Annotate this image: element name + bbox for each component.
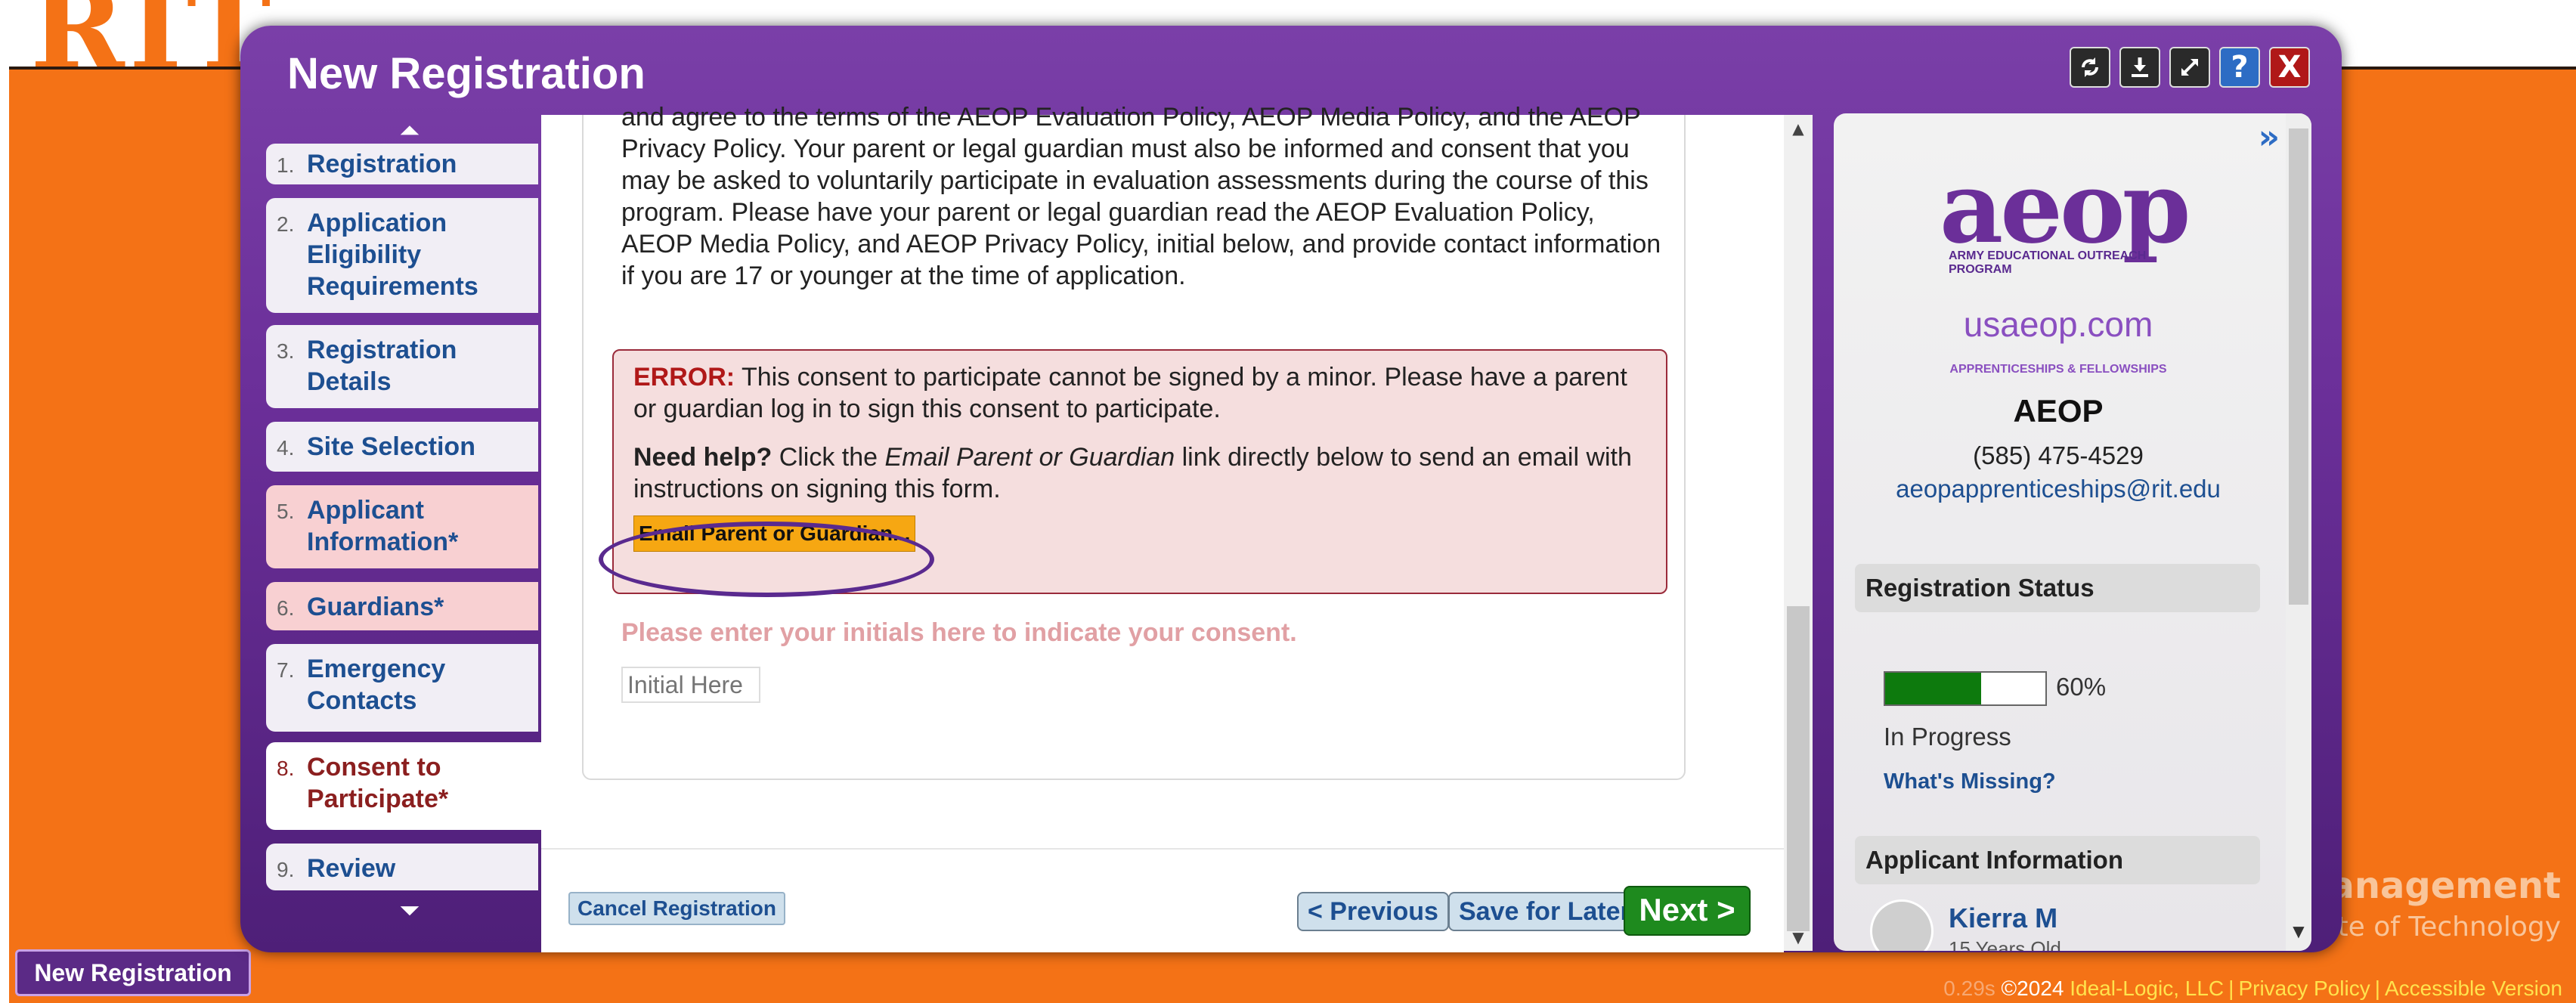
aeop-site-tagline: APPRENTICESHIPS & FELLOWSHIPS — [1949, 363, 2167, 376]
step-number: 6. — [277, 596, 295, 620]
step-number: 9. — [277, 858, 295, 881]
error-message: ERROR: This consent to participate canno… — [633, 361, 1646, 425]
background-heading: anagement — [2330, 865, 2561, 907]
scroll-up-chevron-icon[interactable]: ⏶ — [395, 118, 425, 144]
cancel-registration-button[interactable]: Cancel Registration — [568, 892, 785, 925]
org-name: AEOP — [2013, 393, 2104, 429]
refresh-icon-svg — [2082, 57, 2098, 77]
help-label: Need help? — [633, 443, 772, 472]
aeop-logo-subtitle: ARMY EDUCATIONAL OUTREACH PROGRAM — [1949, 249, 2147, 276]
expand-icon[interactable]: » — [2259, 118, 2280, 156]
error-label: ERROR: — [633, 363, 735, 392]
step-number: 7. — [277, 658, 295, 682]
applicant-name-link[interactable]: Kierra M — [1949, 902, 2057, 934]
info-panel-scrollbar[interactable]: ▼ — [2286, 113, 2311, 951]
policy-text: and agree to the terms of the AEOP Evalu… — [621, 103, 1661, 290]
step-number: 3. — [277, 339, 295, 363]
aeop-logo-word: aeop — [1940, 150, 2191, 265]
step-label: Site Selection — [307, 432, 475, 461]
step-label: Emergency Contacts — [307, 655, 446, 715]
accessible-version-link[interactable]: Accessible Version — [2385, 977, 2562, 1000]
modal-title: New Registration — [287, 49, 646, 98]
footer-separator: | — [2228, 977, 2234, 1000]
step-registration-details[interactable]: 3. Registration Details — [266, 325, 538, 408]
progress-percent: 60% — [2056, 673, 2107, 701]
consent-label: Please enter your initials here to indic… — [621, 618, 1297, 647]
step-consent-to-participate[interactable]: 8. Consent to Participate* — [266, 742, 550, 830]
bottom-action-bar: Cancel Registration < Previous Save for … — [541, 848, 1784, 952]
info-panel-scroll-thumb[interactable] — [2289, 128, 2308, 605]
page-footer: 0.29s ©2024 Ideal-Logic, LLC | Privacy Pol… — [1943, 977, 2562, 1001]
step-applicant-information[interactable]: 5. Applicant Information* — [266, 485, 538, 568]
refresh-icon[interactable] — [2070, 47, 2110, 88]
step-number: 2. — [277, 212, 295, 236]
save-for-later-button[interactable]: Save for Later — [1448, 892, 1641, 931]
scroll-down-arrow-icon[interactable]: ▼ — [1784, 924, 1813, 951]
registration-progress-bar — [1884, 671, 2047, 706]
registration-status-header: Registration Status — [1855, 564, 2260, 612]
previous-button[interactable]: < Previous — [1297, 892, 1449, 931]
background-subheading: tute of Technology — [2309, 912, 2561, 943]
error-text: This consent to participate cannot be si… — [633, 363, 1627, 423]
progress-fill — [1885, 673, 1982, 704]
step-label: Review — [307, 854, 396, 883]
download-icon-svg — [2132, 57, 2148, 77]
step-label: Registration Details — [307, 336, 457, 396]
step-review[interactable]: 9. Review — [266, 844, 538, 890]
content-scrollbar[interactable]: ▲ ▼ — [1784, 115, 1813, 951]
next-button[interactable]: Next > — [1624, 886, 1751, 936]
footer-separator: | — [2374, 977, 2380, 1000]
registration-modal: New Registration ? X ⏶ 1. Registration 2… — [240, 26, 2342, 952]
step-emergency-contacts[interactable]: 7. Emergency Contacts — [266, 644, 538, 732]
render-time: 0.29s — [1943, 977, 1995, 1000]
taskbar-new-registration-button[interactable]: New Registration — [15, 949, 251, 996]
step-label: Applicant Information* — [307, 496, 459, 556]
step-guardians[interactable]: 6. Guardians* — [266, 582, 538, 630]
download-icon[interactable] — [2119, 47, 2160, 88]
step-label: Guardians* — [307, 593, 444, 621]
avatar — [1870, 899, 1934, 951]
status-text: In Progress — [1884, 723, 2011, 751]
initials-input[interactable] — [621, 667, 760, 703]
info-panel: » aeop ARMY EDUCATIONAL OUTREACH PROGRAM… — [1834, 113, 2311, 951]
copyright-text: ©2024 — [2001, 977, 2064, 1000]
maximize-icon-svg — [2181, 59, 2198, 76]
info-panel-scroll-down-icon[interactable]: ▼ — [2286, 922, 2311, 945]
scroll-down-chevron-icon[interactable]: ⏷ — [395, 898, 425, 924]
aeop-site-url: usaeop.com — [1963, 305, 2153, 344]
company-link[interactable]: Ideal-Logic, LLC — [2070, 977, 2224, 1000]
step-number: 1. — [277, 153, 295, 177]
step-number: 8. — [277, 757, 295, 780]
step-number: 4. — [277, 436, 295, 460]
org-email-link[interactable]: aeopapprenticeships@rit.edu — [1834, 475, 2283, 503]
whats-missing-link[interactable]: What's Missing? — [1884, 769, 2056, 794]
privacy-policy-link[interactable]: Privacy Policy — [2238, 977, 2370, 1000]
help-link-reference: Email Parent or Guardian — [884, 443, 1175, 472]
step-label: Application Eligibility Requirements — [307, 209, 478, 301]
maximize-icon[interactable] — [2169, 47, 2210, 88]
highlight-circle — [599, 522, 934, 597]
close-icon[interactable]: X — [2269, 47, 2310, 88]
applicant-age: 15 Years Old — [1949, 937, 2061, 951]
step-site-selection[interactable]: 4. Site Selection — [266, 422, 538, 472]
step-application-eligibility[interactable]: 2. Application Eligibility Requirements — [266, 198, 538, 313]
steps-sidebar: ⏶ 1. Registration 2. Application Eligibi… — [266, 118, 550, 946]
scroll-up-arrow-icon[interactable]: ▲ — [1784, 115, 1813, 142]
help-pre-text: Click the — [779, 443, 878, 472]
applicant-information-header: Applicant Information — [1855, 836, 2260, 884]
help-message: Need help? Click the Email Parent or Gua… — [633, 441, 1646, 505]
step-number: 5. — [277, 500, 295, 523]
step-registration[interactable]: 1. Registration — [266, 144, 538, 184]
scroll-thumb[interactable] — [1787, 606, 1810, 931]
org-phone: (585) 475-4529 — [1973, 441, 2144, 469]
help-icon[interactable]: ? — [2219, 47, 2260, 88]
aeop-logo: aeop ARMY EDUCATIONAL OUTREACH PROGRAM — [1940, 151, 2191, 277]
step-label: Registration — [307, 150, 457, 178]
step-label: Consent to Participate* — [307, 753, 449, 813]
